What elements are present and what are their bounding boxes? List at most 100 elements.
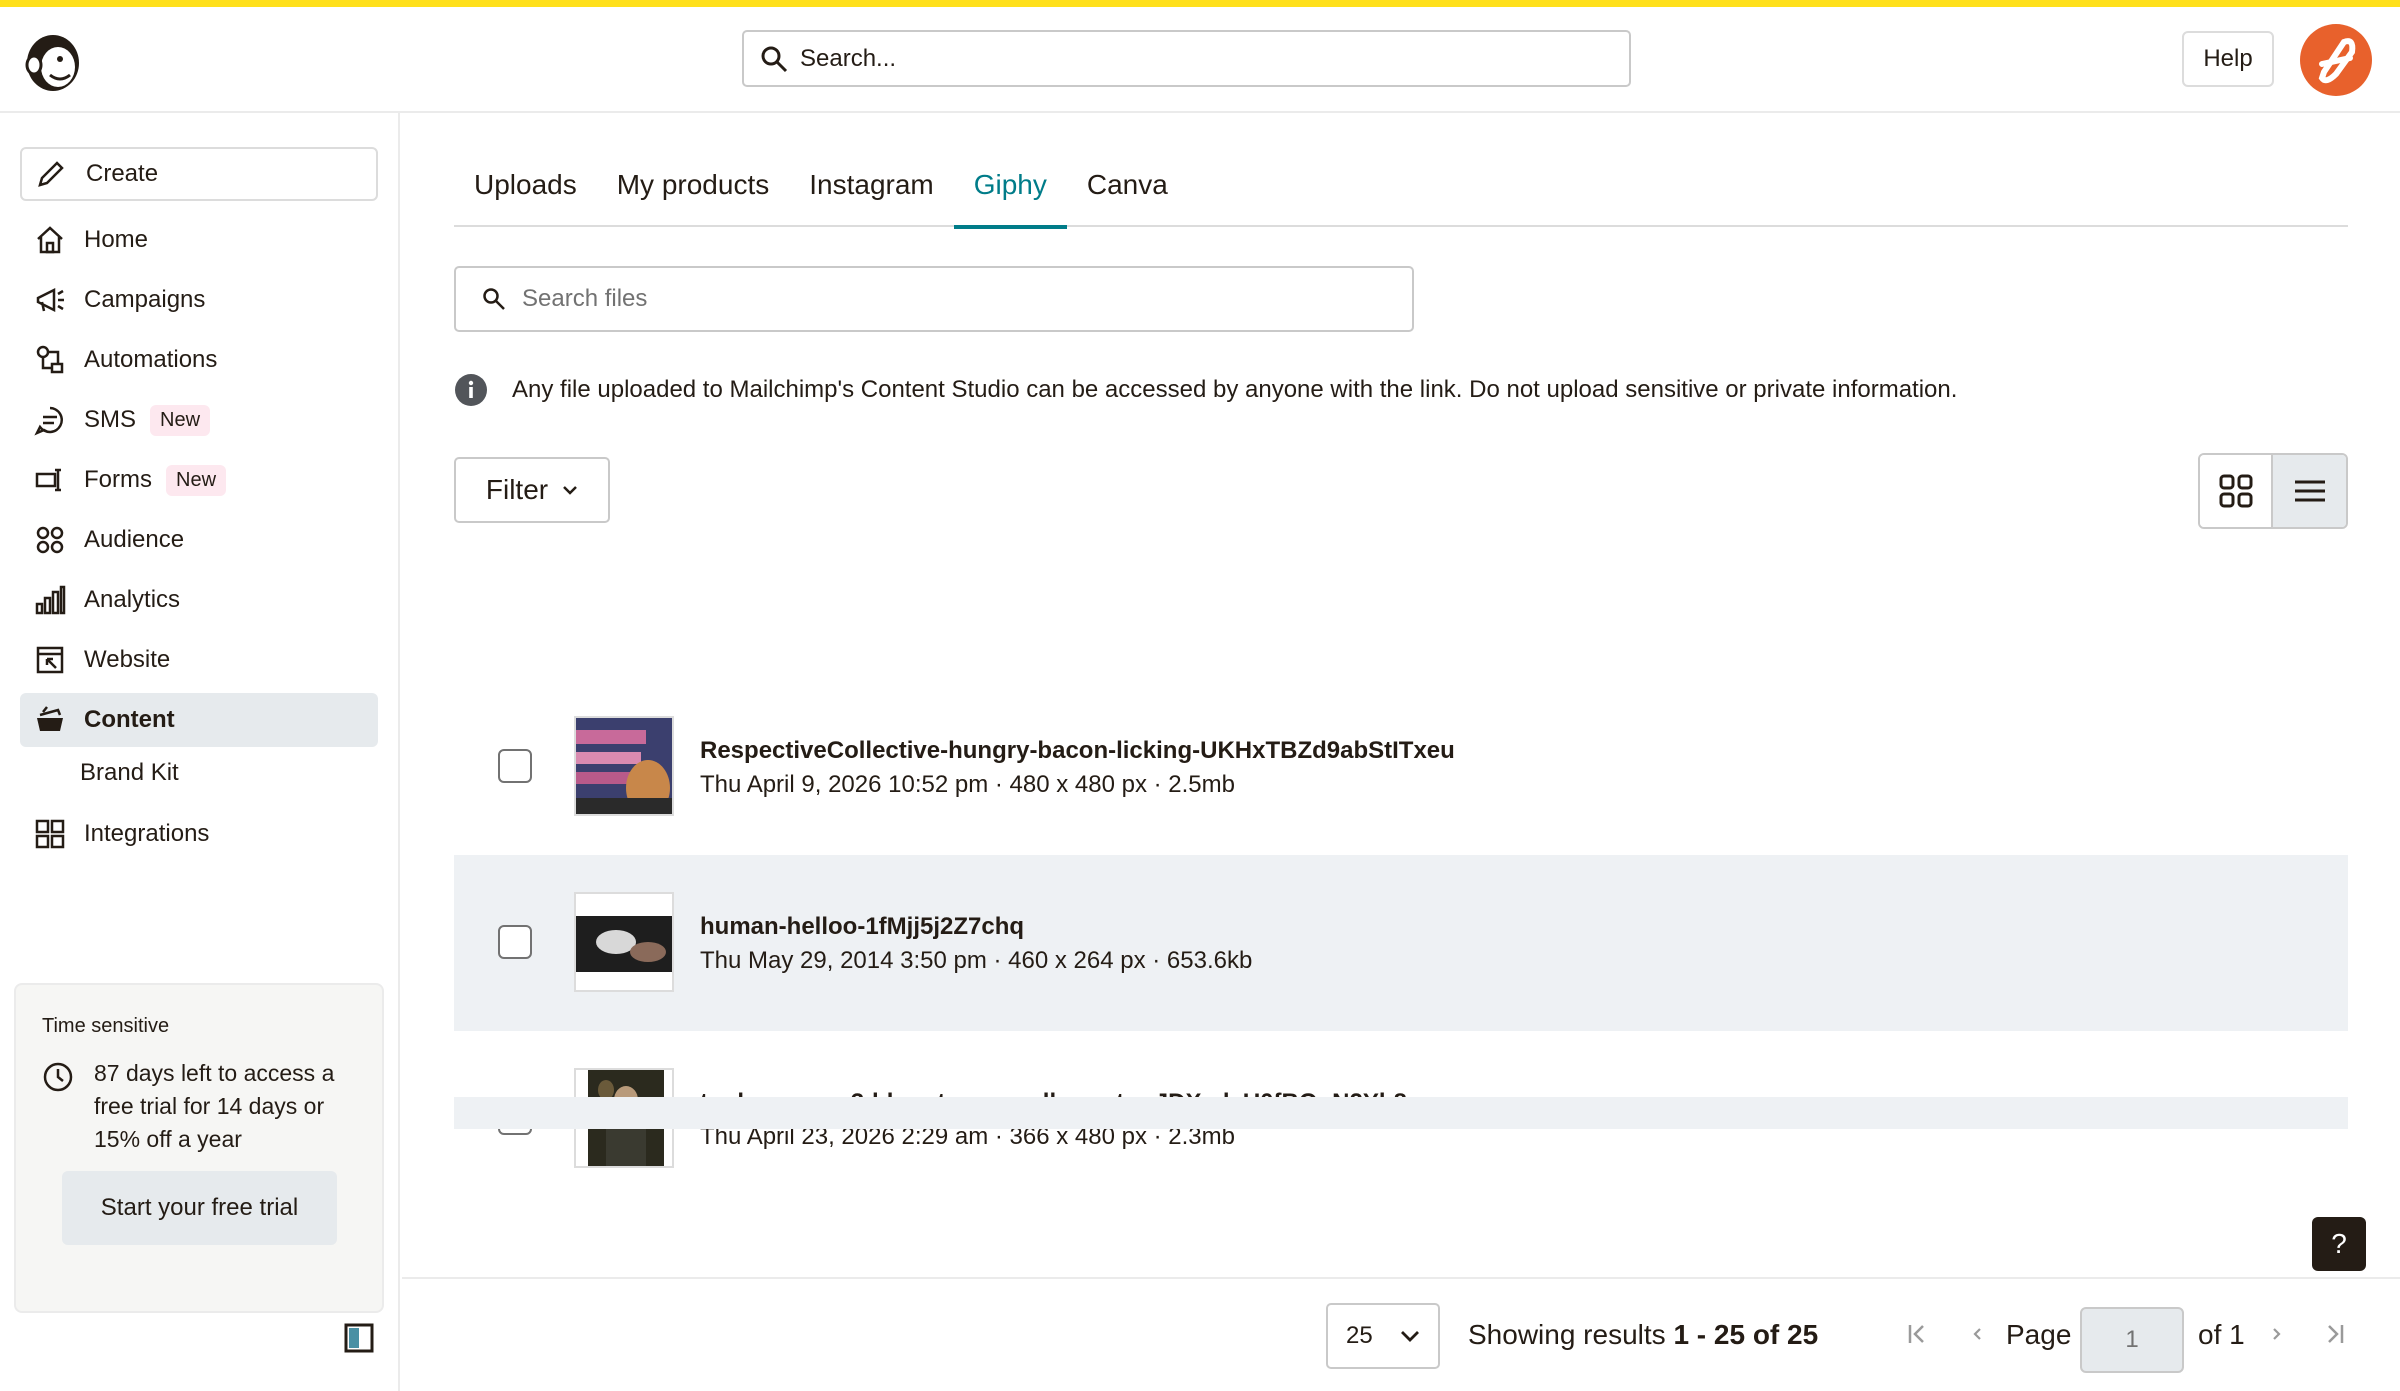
list-view-button[interactable] bbox=[2273, 455, 2346, 527]
file-meta: Thu May 29, 2014 3:50 pm · 460 x 264 px … bbox=[700, 947, 1253, 974]
help-question-button[interactable]: ? bbox=[2312, 1217, 2366, 1271]
sms-icon bbox=[34, 406, 63, 436]
sidebar: Create Home Campaigns Automations SMS Ne… bbox=[0, 113, 400, 1391]
home-icon bbox=[37, 226, 63, 254]
new-badge: New bbox=[166, 464, 227, 496]
trial-label: Time sensitive bbox=[42, 1015, 170, 1037]
file-meta: Thu April 9, 2026 10:52 pm · 480 x 480 p… bbox=[700, 771, 1235, 798]
tab-uploads[interactable]: Uploads bbox=[454, 153, 597, 227]
file-thumbnail[interactable] bbox=[574, 892, 674, 992]
file-checkbox[interactable] bbox=[498, 925, 532, 959]
sidebar-item-label: Integrations bbox=[84, 820, 210, 847]
file-row[interactable]: human-helloo-1fMjj5j2Z7chq Thu May 29, 2… bbox=[454, 855, 2348, 1031]
top-header: Help bbox=[0, 7, 2400, 113]
sidebar-item-analytics[interactable]: Analytics bbox=[20, 573, 378, 627]
start-free-trial-button[interactable]: Start your free trial bbox=[62, 1171, 337, 1245]
file-checkbox[interactable] bbox=[498, 749, 532, 783]
file-search[interactable] bbox=[454, 266, 1414, 332]
avatar[interactable] bbox=[2300, 24, 2372, 96]
file-search-input[interactable] bbox=[522, 285, 1382, 313]
sidebar-item-content[interactable]: Content bbox=[20, 693, 378, 747]
mailchimp-logo-icon[interactable] bbox=[20, 25, 86, 95]
page-total: of 1 bbox=[2198, 1319, 2245, 1350]
file-row[interactable]: RespectiveCollective-hungry-bacon-lickin… bbox=[454, 679, 2348, 855]
sidebar-item-label: Campaigns bbox=[84, 286, 206, 313]
first-page-button[interactable] bbox=[1904, 1321, 1930, 1347]
file-thumbnail[interactable] bbox=[574, 716, 674, 816]
sidebar-item-forms[interactable]: Forms New bbox=[20, 453, 378, 507]
content-icon bbox=[37, 706, 63, 731]
content-main: Uploads My products Instagram Giphy Canv… bbox=[402, 113, 2400, 1391]
sidebar-item-integrations[interactable]: Integrations bbox=[20, 807, 378, 861]
file-name: RespectiveCollective-hungry-bacon-lickin… bbox=[700, 737, 1455, 764]
sidebar-item-sms[interactable]: SMS New bbox=[20, 393, 378, 447]
next-page-button[interactable] bbox=[2264, 1321, 2290, 1347]
last-page-icon bbox=[2328, 1325, 2344, 1343]
showing-range: 1 - 25 of 25 bbox=[1673, 1319, 1819, 1350]
chevron-down-icon bbox=[563, 486, 577, 495]
sidebar-item-label: Analytics bbox=[84, 586, 181, 613]
list-icon bbox=[2294, 480, 2325, 502]
trial-card: Time sensitive 87 days left to access a … bbox=[14, 983, 384, 1313]
sidebar-item-label: Website bbox=[84, 646, 171, 673]
sidebar-collapse-icon[interactable] bbox=[344, 1323, 374, 1353]
previous-page-button[interactable] bbox=[1964, 1321, 1990, 1347]
sidebar-item-campaigns[interactable]: Campaigns bbox=[20, 273, 378, 327]
sidebar-item-brand-kit[interactable]: Brand Kit bbox=[80, 759, 179, 787]
search-icon bbox=[761, 46, 788, 72]
gif-thumbnail-icon bbox=[576, 894, 672, 990]
trial-text: 87 days left to access a free trial for … bbox=[94, 1060, 335, 1152]
gif-thumbnail-icon bbox=[576, 718, 672, 814]
chevron-right-icon bbox=[2273, 1328, 2281, 1340]
sidebar-item-automations[interactable]: Automations bbox=[20, 333, 378, 387]
analytics-icon bbox=[35, 585, 66, 615]
showing-prefix: Showing results bbox=[1468, 1319, 1674, 1350]
sidebar-item-label: SMS bbox=[84, 406, 137, 433]
per-page-value: 25 bbox=[1346, 1322, 1373, 1349]
integrations-icon bbox=[35, 819, 65, 849]
list-end-divider bbox=[454, 1097, 2348, 1129]
filter-label: Filter bbox=[485, 474, 549, 505]
global-search-input[interactable] bbox=[800, 44, 1600, 73]
tab-instagram[interactable]: Instagram bbox=[789, 153, 954, 227]
sidebar-item-audience[interactable]: Audience bbox=[20, 513, 378, 567]
chevron-down-icon bbox=[1401, 1331, 1419, 1342]
sidebar-item-label: Home bbox=[84, 226, 149, 253]
account-logo-icon bbox=[2318, 38, 2356, 84]
first-page-icon bbox=[1908, 1325, 1924, 1343]
tab-my-products[interactable]: My products bbox=[597, 153, 790, 227]
brand-strip bbox=[0, 0, 2400, 7]
page-number-input[interactable] bbox=[2080, 1307, 2184, 1373]
global-search[interactable] bbox=[742, 30, 1631, 87]
new-badge: New bbox=[150, 404, 211, 436]
content-tabs: Uploads My products Instagram Giphy Canv… bbox=[454, 153, 2348, 229]
sidebar-item-label: Audience bbox=[84, 526, 185, 553]
page-label: Page bbox=[2006, 1319, 2072, 1350]
tab-canva[interactable]: Canva bbox=[1067, 153, 1188, 227]
showing-results: Showing results 1 - 25 of 25 bbox=[1468, 1319, 1818, 1351]
file-name: human-helloo-1fMjj5j2Z7chq bbox=[700, 913, 1025, 940]
filter-button[interactable]: Filter bbox=[454, 457, 610, 523]
per-page-select[interactable]: 25 bbox=[1326, 1303, 1440, 1369]
grid-view-button[interactable] bbox=[2200, 455, 2274, 527]
sidebar-item-home[interactable]: Home bbox=[20, 213, 378, 267]
sidebar-item-website[interactable]: Website bbox=[20, 633, 378, 687]
pencil-icon bbox=[38, 161, 64, 187]
help-button[interactable]: Help bbox=[2182, 31, 2274, 87]
sidebar-item-label: Content bbox=[84, 706, 175, 733]
notice-text: Any file uploaded to Mailchimp's Content… bbox=[512, 376, 1958, 403]
sidebar-item-label: Forms bbox=[84, 466, 152, 493]
website-icon bbox=[36, 646, 64, 674]
megaphone-icon bbox=[36, 287, 64, 313]
view-toggle bbox=[2198, 453, 2348, 529]
forms-icon bbox=[35, 468, 61, 492]
audience-icon bbox=[36, 526, 64, 554]
create-label: Create bbox=[86, 160, 159, 187]
tab-giphy[interactable]: Giphy bbox=[953, 153, 1068, 229]
create-button[interactable]: Create bbox=[20, 147, 378, 201]
privacy-notice: Any file uploaded to Mailchimp's Content… bbox=[454, 373, 1957, 407]
last-page-button[interactable] bbox=[2322, 1321, 2348, 1347]
pagination-bar: 25 Showing results 1 - 25 of 25 Page of … bbox=[402, 1277, 2400, 1391]
sidebar-item-label: Automations bbox=[84, 346, 218, 373]
grid-icon bbox=[2219, 474, 2252, 508]
